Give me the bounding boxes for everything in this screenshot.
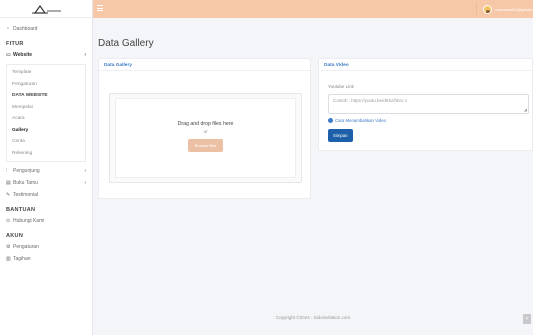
book-icon: ▤ [6, 180, 11, 186]
dropzone-title: Drag and drop files here [177, 121, 234, 127]
user-menu[interactable]: rosesweet11@gmail.com [476, 3, 533, 15]
topbar: rosesweet11@gmail.com [93, 0, 533, 18]
section-fitur: FITUR [6, 40, 24, 47]
sidebar-item-testimonial[interactable]: ✎ Testimonial [0, 189, 92, 201]
page-title: Data Gallery [98, 38, 154, 49]
section-bantuan: BANTUAN [6, 206, 36, 213]
save-button[interactable]: Simpan [328, 129, 353, 142]
sub-item-pengaturan[interactable]: Pengaturan [7, 79, 85, 91]
footer-copyright: Copyright ©2024 - Sidoinvitation.com [275, 315, 351, 320]
sub-item-acara[interactable]: Acara [7, 113, 85, 125]
youtube-link-placeholder: Contoh : https://youtu.be/dKkz/hhru s [333, 98, 408, 103]
gear-icon: ⚙ [6, 244, 11, 250]
scroll-top-button[interactable]: ˄ [523, 314, 531, 324]
sub-section-data-website: DATA WEBSITE [12, 93, 48, 99]
sub-item-gallery[interactable]: Gallery [7, 125, 85, 137]
howto-video-link[interactable]: Cara Menambahkan Video [328, 118, 386, 123]
chevron-right-icon: › [84, 180, 86, 186]
chevron-right-icon: › [84, 168, 86, 174]
sidebar-item-buku-tamu[interactable]: ▤ Buku Tamu › [0, 177, 92, 189]
app-logo[interactable] [28, 4, 64, 14]
video-card: Data Video Youtube Link Contoh : https:/… [318, 58, 533, 151]
browse-files-button[interactable]: Browse files [187, 139, 224, 152]
gallery-card: Data Gallery Drag and drop files here or… [98, 58, 311, 199]
comment-icon: ✎ [6, 192, 11, 198]
sidebar-item-website[interactable]: ▭ Website › [0, 49, 92, 61]
sub-item-rekening[interactable]: Rekening [7, 148, 85, 160]
chart-icon: ⫶ [6, 168, 8, 174]
website-submenu: Template Pengaturan DATA WEBSITE Mempela… [6, 64, 86, 162]
section-akun: AKUN [6, 232, 24, 239]
chevron-right-icon: › [84, 52, 86, 58]
sub-item-cerita[interactable]: Cerita [7, 136, 85, 148]
menu-icon[interactable] [97, 5, 103, 12]
question-icon [328, 118, 333, 123]
dropzone-inner: Drag and drop files here or Browse files [115, 98, 296, 178]
dashboard-icon: ◔ [6, 26, 10, 32]
resize-handle-icon[interactable]: ◢ [524, 107, 527, 112]
sidebar-item-dashboard[interactable]: ◔ Dashboard [0, 23, 92, 35]
file-dropzone[interactable]: Drag and drop files here or Browse files [109, 93, 302, 183]
brand[interactable] [0, 0, 92, 18]
invoice-icon: ▥ [6, 256, 11, 262]
sidebar-item-pengaturan[interactable]: ⚙ Pengaturan [0, 241, 92, 253]
youtube-link-input[interactable]: Contoh : https://youtu.be/dKkz/hhru s ◢ [328, 94, 529, 114]
sidebar: ◔ Dashboard FITUR ▭ Website › Template P… [0, 0, 93, 335]
sidebar-item-tagihan[interactable]: ▥ Tagihan [0, 253, 92, 265]
dropzone-or: or [203, 129, 208, 134]
gallery-card-title: Data Gallery [99, 59, 310, 71]
user-name: rosesweet11@gmail.com [495, 6, 533, 12]
sidebar-item-hubungi[interactable]: ⊙ Hubungi Kami [0, 215, 92, 227]
video-card-title: Data Video [319, 59, 532, 71]
sub-item-mempelai[interactable]: Mempelai [7, 102, 85, 114]
chevron-up-icon: ˄ [525, 316, 529, 322]
sidebar-item-pengunjung[interactable]: ⫶ Pengunjung › [0, 165, 92, 177]
help-icon: ⊙ [6, 218, 11, 224]
avatar [483, 4, 492, 14]
youtube-link-label: Youtube Link [328, 84, 354, 89]
browser-icon: ▭ [6, 52, 11, 58]
sub-item-template[interactable]: Template [7, 67, 85, 79]
